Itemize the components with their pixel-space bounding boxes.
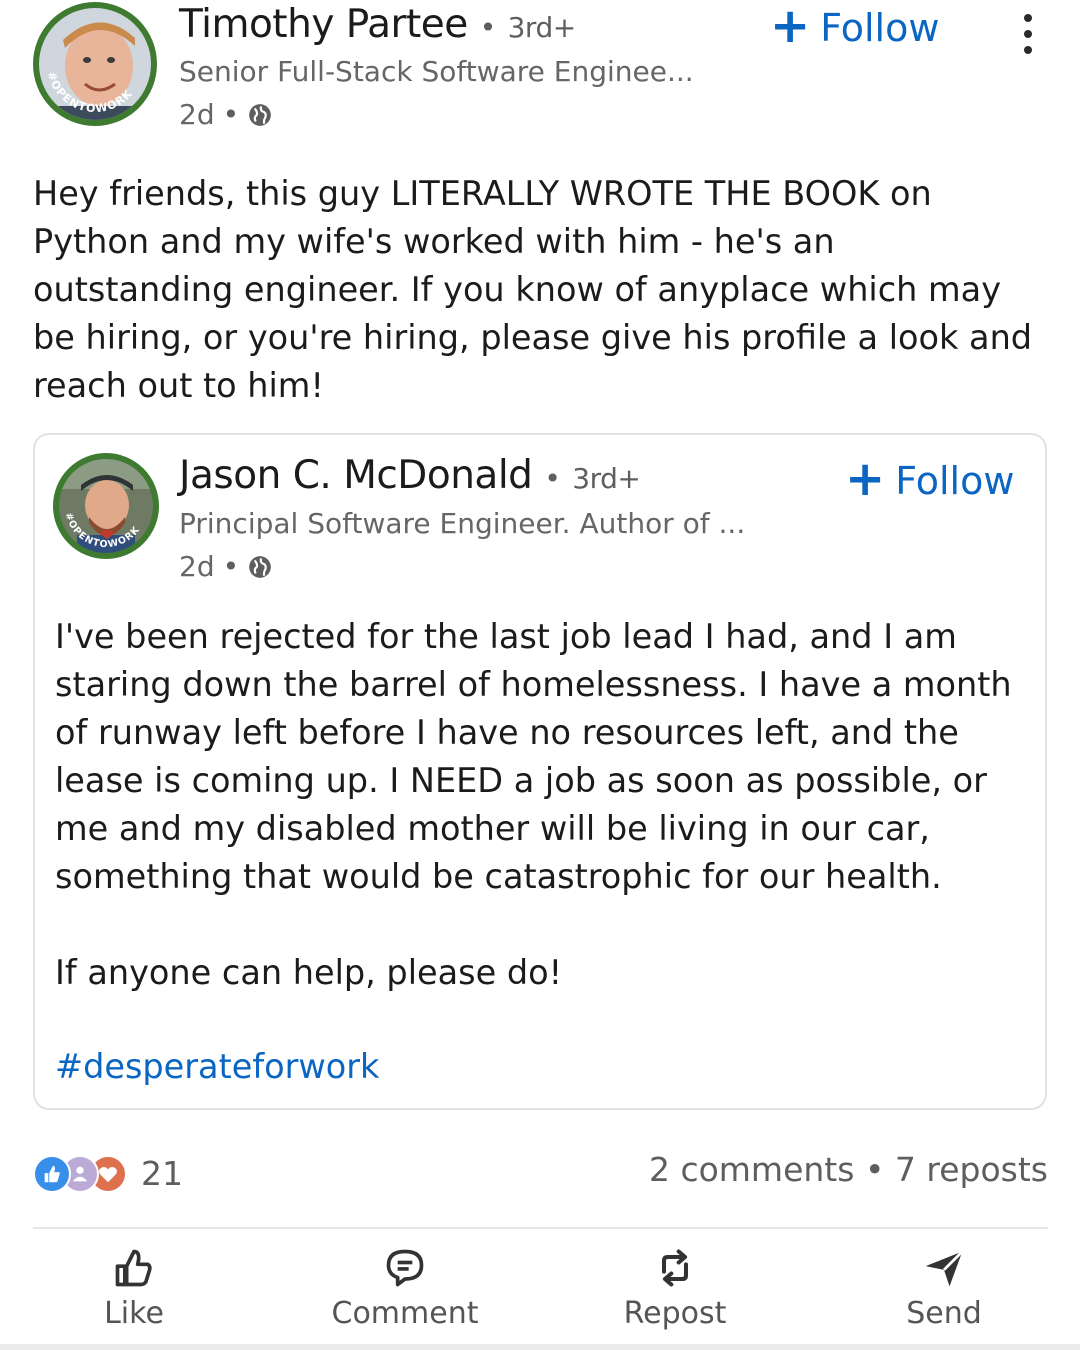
comment-icon bbox=[386, 1249, 424, 1287]
shared-connection-degree: 3rd+ bbox=[572, 462, 641, 495]
shared-paragraph: I've been rejected for the last job lead… bbox=[55, 617, 1012, 896]
author-name[interactable]: Timothy Partee • 3rd+ bbox=[179, 2, 576, 47]
reaction-count[interactable]: 21 bbox=[141, 1154, 183, 1193]
shared-follow-label: Follow bbox=[895, 459, 1015, 503]
divider bbox=[33, 1227, 1048, 1229]
like-icon bbox=[33, 1154, 71, 1193]
shared-open-to-work-badge: #OPENTOWORK bbox=[63, 511, 143, 550]
send-button[interactable]: Send bbox=[844, 1240, 1044, 1331]
shared-author-headline: Principal Software Engineer. Author of .… bbox=[179, 507, 746, 540]
author-headline: Senior Full-Stack Software Enginee... bbox=[179, 55, 694, 88]
like-button[interactable]: Like bbox=[34, 1240, 234, 1331]
connection-degree: 3rd+ bbox=[507, 11, 577, 44]
bottom-edge bbox=[0, 1344, 1080, 1350]
repost-icon bbox=[661, 1249, 689, 1287]
reactions-summary[interactable]: 21 bbox=[33, 1154, 183, 1193]
comment-button[interactable]: Comment bbox=[305, 1240, 505, 1331]
shared-degree-separator: • bbox=[544, 462, 561, 495]
send-label: Send bbox=[906, 1296, 982, 1331]
plus-icon: + bbox=[845, 451, 886, 507]
shared-author-name-text[interactable]: Jason C. McDonald bbox=[179, 453, 533, 498]
author-name-text[interactable]: Timothy Partee bbox=[179, 2, 468, 47]
shared-post-card[interactable]: #OPENTOWORK Jason C. McDonald • 3rd+ Pri… bbox=[33, 433, 1047, 1110]
thumbs-up-icon bbox=[115, 1249, 152, 1287]
shared-time-separator: • bbox=[222, 550, 240, 583]
social-counts-bar: 21 2 comments • 7 reposts bbox=[33, 1148, 1048, 1198]
shared-post-text: I've been rejected for the last job lead… bbox=[55, 613, 1035, 1045]
shared-follow-button[interactable]: + Follow bbox=[845, 455, 1015, 503]
comments-reposts-counts: 2 comments • 7 reposts bbox=[649, 1150, 1048, 1189]
more-options-icon[interactable] bbox=[1016, 14, 1040, 54]
action-bar: Like Comment Repost Send bbox=[0, 1240, 1080, 1340]
send-icon bbox=[925, 1250, 964, 1287]
time-separator: • bbox=[222, 98, 240, 131]
globe-icon bbox=[249, 555, 271, 578]
post-time-text: 2d bbox=[179, 98, 215, 131]
repost-label: Repost bbox=[623, 1296, 727, 1331]
globe-icon bbox=[249, 103, 271, 126]
follow-label: Follow bbox=[820, 6, 940, 50]
reposts-count[interactable]: 7 reposts bbox=[895, 1150, 1048, 1189]
open-to-work-badge: #OPENTOWORK bbox=[45, 70, 135, 115]
comments-count[interactable]: 2 comments bbox=[649, 1150, 854, 1189]
comment-label: Comment bbox=[331, 1296, 479, 1331]
plus-icon: + bbox=[770, 0, 811, 54]
repost-button[interactable]: Repost bbox=[575, 1240, 775, 1331]
counts-separator: • bbox=[864, 1150, 885, 1189]
post-time: 2d • bbox=[179, 98, 273, 131]
shared-author-name[interactable]: Jason C. McDonald • 3rd+ bbox=[179, 453, 641, 498]
post-text: Hey friends, this guy LITERALLY WROTE TH… bbox=[33, 174, 1033, 405]
svg-text:#OPENTOWORK: #OPENTOWORK bbox=[63, 511, 143, 550]
like-label: Like bbox=[104, 1296, 164, 1331]
degree-separator: • bbox=[479, 11, 497, 44]
author-avatar[interactable]: #OPENTOWORK bbox=[33, 2, 157, 126]
shared-post-time-text: 2d bbox=[179, 550, 215, 583]
shared-post-time: 2d • bbox=[179, 550, 273, 583]
svg-text:#OPENTOWORK: #OPENTOWORK bbox=[45, 70, 135, 115]
follow-button[interactable]: + Follow bbox=[770, 2, 940, 50]
shared-author-avatar[interactable]: #OPENTOWORK bbox=[53, 453, 159, 559]
shared-paragraph: If anyone can help, please do! bbox=[55, 953, 563, 992]
hashtag-link[interactable]: #desperateforwork bbox=[55, 1047, 379, 1086]
